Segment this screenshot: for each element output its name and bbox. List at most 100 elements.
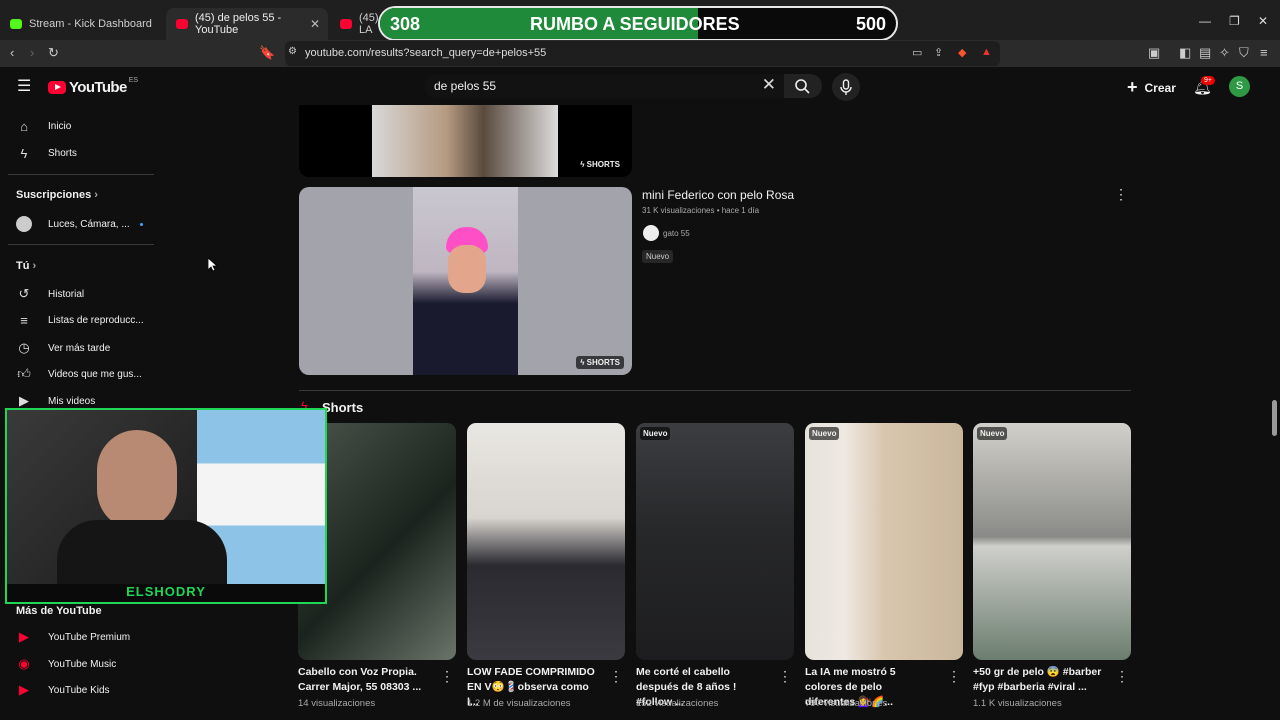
history-icon: ↺ <box>18 286 30 301</box>
sidebar-item-historial[interactable]: ↺ Historial <box>16 286 85 302</box>
tab-kick-dashboard[interactable]: Stream - Kick Dashboard <box>0 8 165 40</box>
restore-icon[interactable]: ❐ <box>1229 14 1240 28</box>
microphone-icon <box>840 79 852 95</box>
back-icon[interactable]: ‹ <box>10 45 14 60</box>
short-frame <box>413 187 518 375</box>
sidebar-item-inicio[interactable]: ⌂ Inicio <box>16 119 71 134</box>
reload-icon[interactable]: ↻ <box>48 45 59 61</box>
sidebar-panel-icon[interactable]: ▣ <box>1148 45 1160 61</box>
sidebar-item-ver-mas-tarde[interactable]: ◷ Ver más tarde <box>16 340 110 356</box>
channel-name[interactable]: gato 55 <box>663 229 690 238</box>
divider <box>8 244 154 245</box>
more-options-icon[interactable]: ⋮ <box>1115 668 1129 685</box>
sidebar-item-mis-videos[interactable]: ▶ Mis videos <box>16 393 95 409</box>
kick-icon <box>10 19 22 29</box>
account-avatar[interactable]: S <box>1229 76 1250 97</box>
home-icon: ⌂ <box>20 119 28 134</box>
tab-youtube-la[interactable]: (45) LA <box>330 8 380 40</box>
more-options-icon[interactable]: ⋮ <box>778 668 792 685</box>
short-card[interactable]: Nuevo <box>805 423 963 660</box>
clock-icon: ◷ <box>18 340 30 355</box>
address-toolbar: ‹ › ↻ 🔖 ⚙ youtube.com/results?search_que… <box>0 40 1280 67</box>
youtube-favicon-icon <box>176 19 188 29</box>
more-from-youtube-heading: Más de YouTube <box>16 605 102 617</box>
goal-target: 500 <box>855 14 886 34</box>
sidebar-item-music[interactable]: ◉ YouTube Music <box>16 656 116 672</box>
sidebar-item-kids[interactable]: ▶ YouTube Kids <box>16 682 110 698</box>
forward-icon[interactable]: › <box>30 45 34 60</box>
split-view-icon[interactable]: ◧ <box>1179 45 1191 61</box>
channel-avatar-icon <box>16 216 32 232</box>
search-icon <box>795 79 810 94</box>
tab-youtube-search[interactable]: (45) de pelos 55 - YouTube ✕ <box>166 8 328 40</box>
youtube-play-icon <box>48 81 66 94</box>
close-window-icon[interactable]: ✕ <box>1258 14 1268 28</box>
more-options-icon[interactable]: ⋮ <box>1114 186 1128 203</box>
subscriptions-heading[interactable]: Suscripciones › <box>16 189 98 201</box>
short-views: 797 visualizaciones <box>805 698 888 709</box>
thumbs-up-icon: 👍︎ <box>17 366 31 381</box>
channel-avatar[interactable] <box>643 225 659 241</box>
youtube-music-icon: ◉ <box>18 656 30 671</box>
leo-ai-icon[interactable]: ✧ <box>1219 45 1230 61</box>
youtube-premium-icon: ▶ <box>19 629 29 644</box>
share-icon[interactable]: ⇪ <box>934 46 943 59</box>
url-bar[interactable]: ⚙ youtube.com/results?search_query=de+pe… <box>285 41 1000 66</box>
short-card[interactable]: Nuevo <box>636 423 794 660</box>
goal-current: 308 <box>390 14 421 34</box>
youtube-logo[interactable]: YouTube ES <box>48 77 138 96</box>
new-badge: Nuevo <box>977 427 1008 440</box>
goal-title: RUMBO A SEGUIDORES <box>530 14 740 34</box>
short-title[interactable]: +50 gr de pelo 😨 #barber #fyp #barberia … <box>973 665 1103 695</box>
hamburger-menu-icon[interactable]: ☰ <box>17 76 31 96</box>
site-info-icon[interactable]: ⚙ <box>288 46 297 57</box>
sidebar-item-me-gusta[interactable]: 👍︎ Videos que me gus... <box>16 366 142 382</box>
you-heading[interactable]: Tú › <box>16 260 36 272</box>
shorts-section-heading: Shorts <box>322 400 364 415</box>
short-views: 152 visualizaciones <box>636 698 719 709</box>
short-card[interactable] <box>467 423 625 660</box>
video-thumbnail[interactable]: ϟ SHORTS <box>299 187 632 375</box>
sidebar-item-shorts[interactable]: ϟ Shorts <box>16 146 77 161</box>
my-videos-icon: ▶ <box>19 393 29 408</box>
page-scrollbar[interactable] <box>1272 400 1277 436</box>
voice-search-button[interactable] <box>832 73 860 101</box>
new-content-dot <box>139 222 143 226</box>
search-button[interactable] <box>784 74 822 98</box>
cast-icon[interactable]: ▭ <box>912 46 922 59</box>
rewards-icon[interactable]: ▲ <box>981 46 992 58</box>
section-divider <box>299 390 1131 391</box>
streamer-webcam: ELSHODRY <box>5 408 327 604</box>
new-badge: Nuevo <box>809 427 840 440</box>
more-options-icon[interactable]: ⋮ <box>440 668 454 685</box>
video-title[interactable]: mini Federico con pelo Rosa <box>642 188 794 202</box>
more-options-icon[interactable]: ⋮ <box>609 668 623 685</box>
wallet-icon[interactable]: ▤ <box>1199 45 1211 61</box>
more-options-icon[interactable]: ⋮ <box>947 668 961 685</box>
menu-icon[interactable]: ≡ <box>1260 45 1268 60</box>
bookmark-icon[interactable]: 🔖 <box>259 45 275 61</box>
youtube-favicon-icon <box>340 19 352 29</box>
short-thumbnail-top[interactable]: ϟ SHORTS <box>299 105 632 177</box>
clear-search-icon[interactable]: ✕ <box>762 75 776 95</box>
youtube-header: ☰ YouTube ES de pelos 55 ✕ + Crear 🔔︎ 9+… <box>0 67 1280 105</box>
short-card[interactable]: Nuevo <box>973 423 1131 660</box>
search-input[interactable]: de pelos 55 ✕ <box>424 74 784 98</box>
vpn-icon[interactable]: ⛉ <box>1239 45 1249 61</box>
playlist-icon: ≡ <box>20 313 28 328</box>
minimize-icon[interactable]: — <box>1199 14 1211 28</box>
sidebar-item-premium[interactable]: ▶ YouTube Premium <box>16 629 130 645</box>
new-badge: Nuevo <box>642 250 674 263</box>
streamer-name: ELSHODRY <box>7 584 325 602</box>
close-tab-icon[interactable]: ✕ <box>310 17 320 31</box>
short-frame <box>372 105 558 177</box>
sidebar-item-subscription[interactable]: Luces, Cámara, ... <box>16 216 143 232</box>
streamer-face <box>97 430 177 530</box>
short-title[interactable]: Cabello con Voz Propia. Carrer Major, 55… <box>298 665 428 695</box>
sidebar-item-listas[interactable]: ≡ Listas de reproducc... <box>16 313 143 328</box>
create-button[interactable]: + Crear <box>1127 77 1176 98</box>
brave-shield-icon[interactable]: ◆ <box>958 46 966 59</box>
video-meta: 31 K visualizaciones • hace 1 día <box>642 206 760 215</box>
notification-count-badge: 9+ <box>1201 76 1215 85</box>
divider <box>8 174 154 175</box>
